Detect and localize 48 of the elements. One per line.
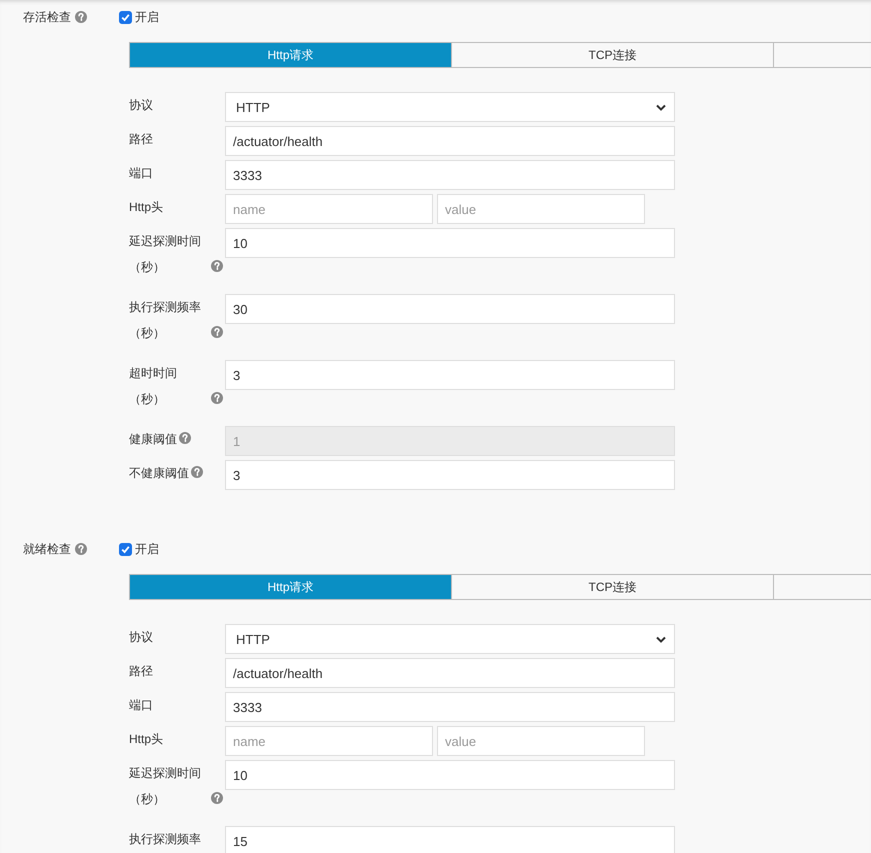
help-icon[interactable] [211, 326, 223, 338]
field-label: 路径 [129, 663, 153, 680]
input-field[interactable]: value [437, 726, 645, 756]
input-field[interactable]: 3 [225, 360, 675, 390]
field-label: 执行探测频率 [129, 831, 201, 848]
help-icon[interactable] [75, 543, 87, 555]
help-icon[interactable] [211, 260, 223, 272]
input-field[interactable]: 3333 [225, 160, 675, 190]
input-field[interactable]: 3 [225, 460, 675, 490]
field-label: Http头 [129, 731, 164, 748]
field-label: 不健康阈值 [129, 465, 189, 482]
help-icon[interactable] [191, 466, 203, 478]
caret-icon [656, 636, 666, 642]
input-field[interactable]: 10 [225, 760, 675, 790]
input-field[interactable]: 30 [225, 294, 675, 324]
help-icon[interactable] [75, 11, 87, 23]
section-label: 就绪检查 [23, 540, 71, 558]
input-field[interactable]: /actuator/health [225, 126, 675, 156]
field-label: 端口 [129, 697, 153, 714]
input-field[interactable]: 15 [225, 826, 675, 853]
input-field[interactable]: name [225, 194, 433, 224]
tab[interactable]: Http请求 [130, 575, 452, 599]
caret-icon [656, 104, 666, 110]
section-label: 存活检查 [23, 8, 71, 26]
field-label: 延迟探测时间（秒） [129, 765, 202, 808]
field-label: 端口 [129, 165, 153, 182]
field-label: 协议 [129, 629, 153, 646]
select-field[interactable]: HTTP [225, 92, 675, 122]
checkbox[interactable] [119, 542, 132, 556]
select-field[interactable]: HTTP [225, 624, 675, 654]
input-field[interactable]: value [437, 194, 645, 224]
input-field[interactable]: 3333 [225, 692, 675, 722]
input-field[interactable]: name [225, 726, 433, 756]
checkbox[interactable] [119, 10, 132, 24]
checkbox-label: 开启 [135, 8, 159, 26]
field-label: 健康阈值 [129, 431, 177, 448]
tab[interactable]: Http请求 [130, 43, 452, 67]
field-label: 执行探测频率（秒） [129, 299, 202, 342]
field-label: 超时时间（秒） [129, 365, 178, 408]
field-label: 延迟探测时间（秒） [129, 233, 202, 276]
field-label: 协议 [129, 97, 153, 114]
checkbox-label: 开启 [135, 540, 159, 558]
input-field[interactable]: /actuator/health [225, 658, 675, 688]
help-icon[interactable] [211, 392, 223, 404]
field-label: Http头 [129, 199, 164, 216]
field-label: 路径 [129, 131, 153, 148]
input-field[interactable]: 10 [225, 228, 675, 258]
help-icon[interactable] [211, 792, 223, 804]
